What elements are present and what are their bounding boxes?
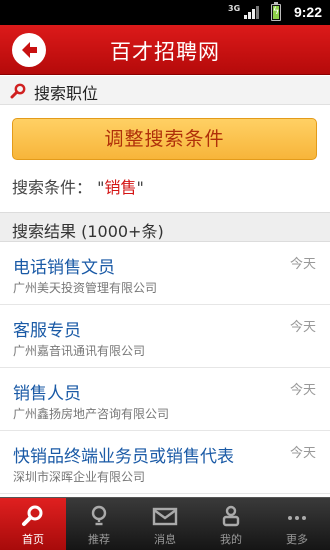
job-date: 今天 bbox=[289, 383, 316, 398]
status-time: 9:22 bbox=[293, 4, 322, 20]
criteria-label: 搜索条件： bbox=[12, 178, 93, 197]
job-date: 今天 bbox=[289, 257, 316, 272]
job-company: 深圳市深晖企业有限公司 bbox=[13, 470, 146, 484]
lightbulb-icon bbox=[91, 505, 107, 526]
signal-strength-icon bbox=[244, 6, 262, 19]
more-dots-icon bbox=[288, 516, 306, 520]
job-list-item[interactable]: 电话销售文员 广州美天投资管理有限公司 今天 bbox=[0, 243, 330, 305]
search-section-label: 搜索职位 bbox=[34, 84, 99, 103]
nav-item-mine[interactable]: 我的 bbox=[198, 498, 264, 550]
search-section-header: 搜索职位 bbox=[0, 76, 330, 105]
bottom-navigation: 首页 推荐 消息 我的 更多 bbox=[0, 497, 330, 550]
criteria-keyword: 销售 bbox=[104, 178, 137, 197]
job-company: 广州美天投资管理有限公司 bbox=[13, 281, 158, 295]
job-title: 电话销售文员 bbox=[13, 258, 115, 278]
job-date: 今天 bbox=[289, 320, 316, 335]
nav-label: 我的 bbox=[220, 533, 242, 546]
job-company: 广州鑫扬房地产咨询有限公司 bbox=[13, 407, 170, 421]
job-company: 广州嘉音讯通讯有限公司 bbox=[13, 344, 146, 358]
nav-label: 消息 bbox=[154, 533, 176, 546]
network-type-indicator: 3G bbox=[228, 4, 241, 13]
job-list-item[interactable]: 客服专员 广州嘉音讯通讯有限公司 今天 bbox=[0, 306, 330, 368]
envelope-icon bbox=[152, 507, 178, 526]
nav-item-messages[interactable]: 消息 bbox=[132, 498, 198, 550]
job-list-item[interactable]: 销售人员 广州鑫扬房地产咨询有限公司 今天 bbox=[0, 369, 330, 431]
page-title: 百才招聘网 bbox=[110, 40, 220, 64]
results-count-label: 搜索结果 (1000+条) bbox=[12, 222, 164, 241]
job-date: 今天 bbox=[289, 446, 316, 461]
job-title: 销售人员 bbox=[13, 384, 81, 404]
results-header: 搜索结果 (1000+条) bbox=[0, 212, 330, 242]
person-icon bbox=[222, 505, 240, 527]
app-header: 百才招聘网 bbox=[0, 25, 330, 75]
search-criteria: 搜索条件： "销售" bbox=[12, 178, 144, 197]
nav-item-more[interactable]: 更多 bbox=[264, 498, 330, 550]
job-title: 客服专员 bbox=[13, 321, 81, 341]
job-title: 快销品终端业务员或销售代表 bbox=[13, 447, 234, 467]
nav-label: 首页 bbox=[22, 533, 44, 546]
search-icon bbox=[22, 505, 43, 526]
adjust-search-button[interactable]: 调整搜索条件 bbox=[12, 118, 317, 160]
nav-item-home[interactable]: 首页 bbox=[0, 498, 66, 550]
nav-label: 更多 bbox=[286, 533, 308, 546]
job-list-item[interactable]: 快销品终端业务员或销售代表 深圳市深晖企业有限公司 今天 bbox=[0, 432, 330, 494]
nav-label: 推荐 bbox=[88, 533, 110, 546]
battery-charging-icon: ϟ bbox=[271, 2, 281, 21]
nav-item-recommend[interactable]: 推荐 bbox=[66, 498, 132, 550]
status-bar: 3G ϟ 9:22 bbox=[0, 0, 330, 25]
search-icon bbox=[10, 83, 26, 99]
